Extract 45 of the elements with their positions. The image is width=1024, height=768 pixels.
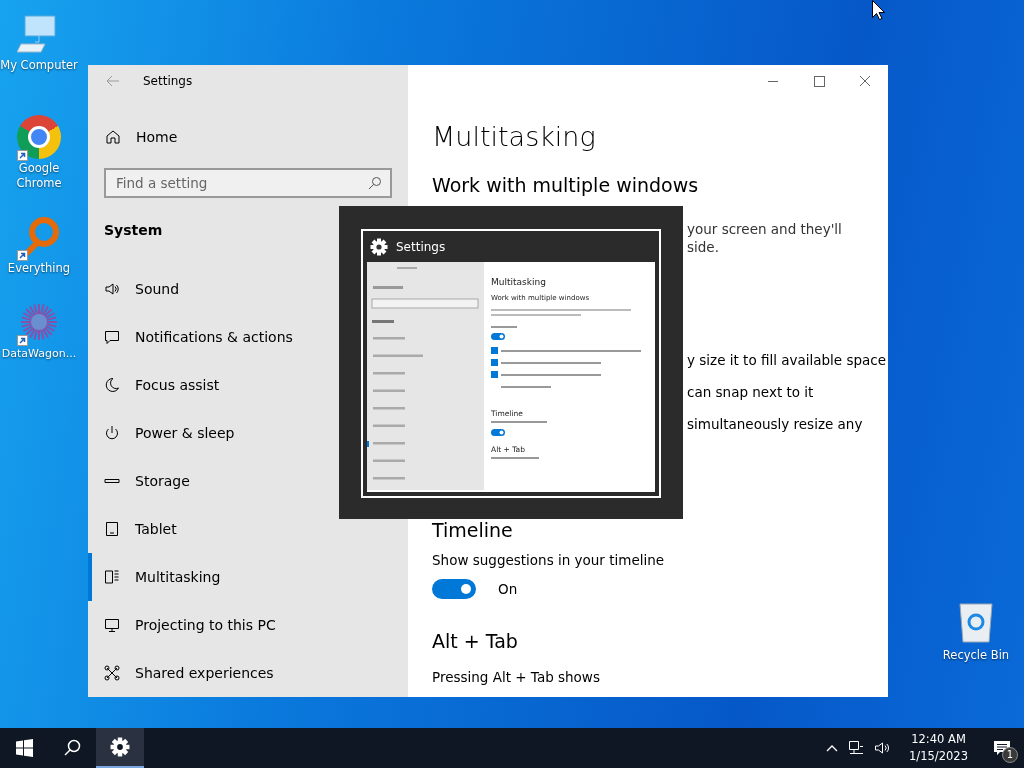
desktop-icon-label[interactable]: Recycle Bin [942, 648, 1010, 663]
option-text: can snap next to it [687, 384, 814, 400]
window-title: Settings [143, 73, 193, 88]
option-text: y size it to fill available space [687, 352, 887, 368]
nav-icon [104, 329, 120, 345]
home-link[interactable]: Home [88, 117, 190, 157]
section-heading: Timeline [432, 518, 513, 542]
settings-icon [110, 737, 130, 757]
nav-icon [104, 425, 120, 441]
description-text: side. [687, 238, 720, 256]
option-text: simultaneously resize any [687, 416, 863, 432]
home-icon [105, 129, 121, 146]
setting-label: Show suggestions in your timeline [432, 551, 665, 570]
page-title: Multitasking [432, 120, 596, 154]
nav-icon [104, 665, 120, 681]
section-heading: Work with multiple windows [432, 173, 699, 198]
toggle-state: On [498, 581, 518, 597]
nav-icon [104, 521, 120, 537]
notification-badge: 1 [1002, 747, 1018, 763]
nav-item[interactable]: Tablet [88, 505, 408, 553]
section-heading: System [103, 221, 163, 240]
preview-title: Settings [396, 239, 446, 254]
nav-item[interactable]: Shared experiences [88, 649, 408, 697]
nav-item[interactable]: Projecting to this PC [88, 601, 408, 649]
circle-logo-icon[interactable] [17, 115, 61, 159]
caret-up-icon[interactable] [826, 744, 839, 752]
toggle-switch[interactable] [432, 579, 476, 599]
volume-icon[interactable] [874, 740, 891, 756]
network-icon[interactable] [848, 740, 865, 756]
nav-icon [104, 569, 120, 585]
settings-icon [370, 237, 388, 256]
nav-icon [104, 281, 120, 297]
nav-icon [104, 377, 120, 393]
cursor-icon [872, 0, 885, 20]
nav-item[interactable]: Multitasking [88, 553, 408, 601]
preview-heading: Multitasking [491, 276, 546, 288]
setting-label: Pressing Alt + Tab shows [432, 668, 600, 687]
section-heading: Alt + Tab [432, 629, 518, 654]
description-text: your screen and they'll [687, 220, 842, 238]
recycle-bin-icon[interactable] [956, 600, 996, 644]
clock[interactable]: 12:40 AM 1/15/2023 [901, 731, 976, 765]
search-icon [368, 176, 382, 190]
search-field[interactable]: Find a setting [104, 168, 392, 198]
taskbar-app[interactable] [96, 728, 144, 768]
nav-icon [104, 617, 120, 633]
